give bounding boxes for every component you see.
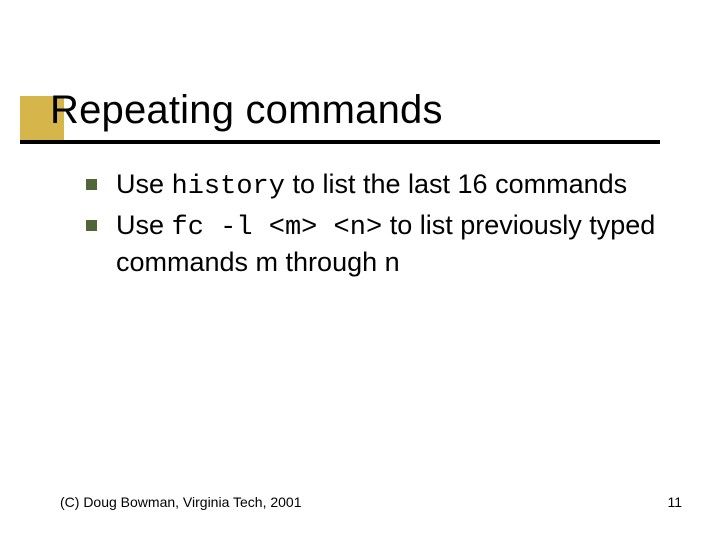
bullet-item: Use fc -l <m> <n> to list previously typ… [80,209,662,280]
title-block: Repeating commands [20,88,443,132]
item-text: Use history to list the last 16 commands [116,169,627,199]
bullet-item: Use history to list the last 16 commands [80,168,662,205]
slide-title: Repeating commands [20,88,443,132]
item-text: Use fc -l <m> <n> to list previously typ… [116,210,655,277]
slide-number: 11 [667,494,682,510]
body-content: Use history to list the last 16 commands… [80,168,662,283]
title-underline [20,140,660,144]
square-bullet-icon [86,220,97,231]
square-bullet-icon [86,179,97,190]
slide: Repeating commands Use history to list t… [0,0,720,540]
footer-copyright: (C) Doug Bowman, Virginia Tech, 2001 [60,494,302,510]
